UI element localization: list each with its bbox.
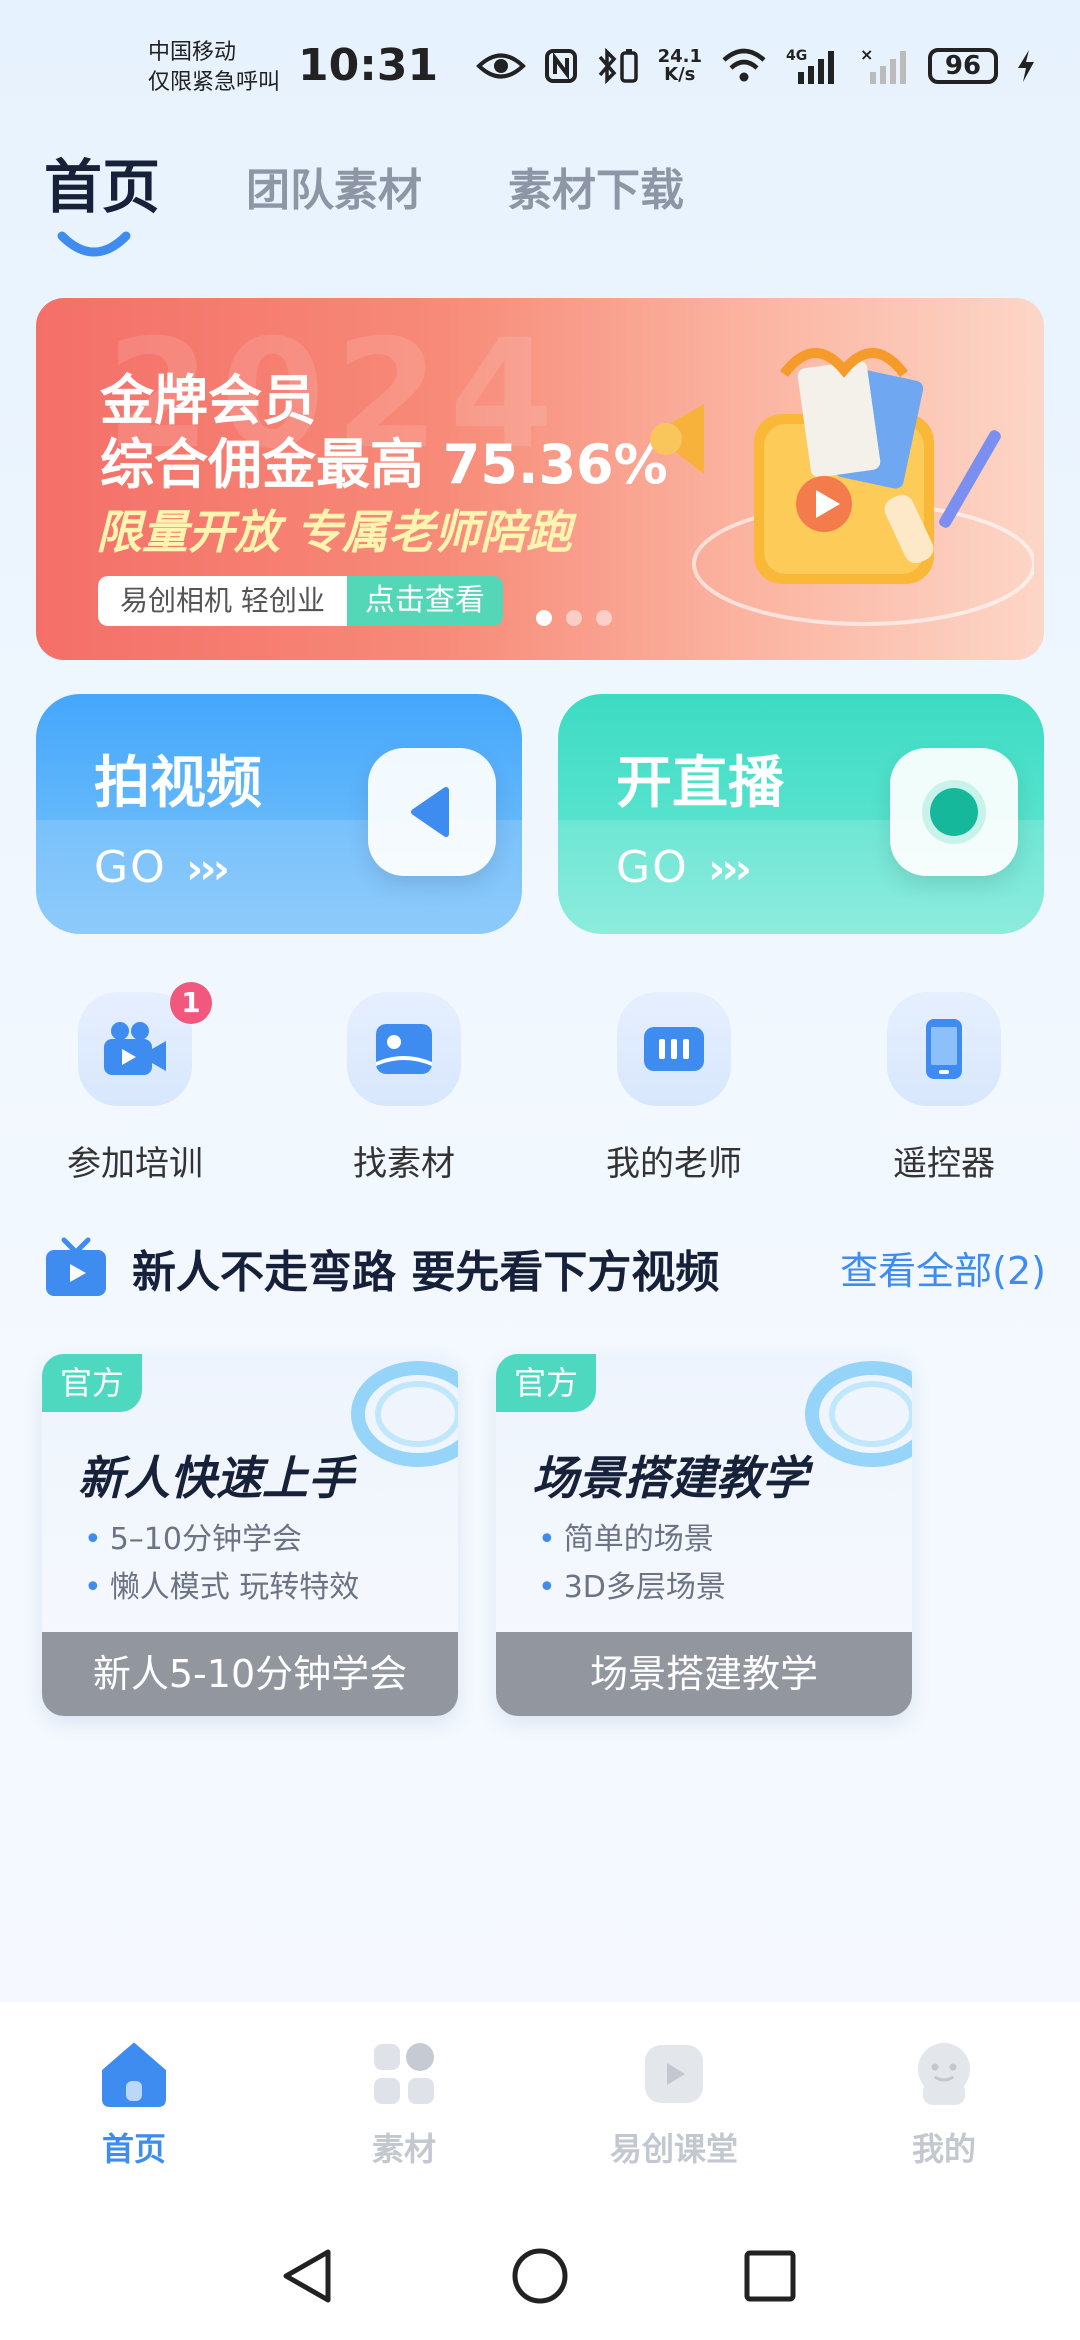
quick-find-material[interactable]: 找素材 xyxy=(304,992,504,1185)
banner-cta-brand: 易创相机 轻创业 xyxy=(98,576,347,626)
speed-unit: K/s xyxy=(664,64,696,85)
banner-dot-1[interactable] xyxy=(536,610,552,626)
nav-profile[interactable]: 我的 xyxy=(834,2038,1054,2170)
tab-material-download[interactable]: 素材下载 xyxy=(508,154,684,218)
quick-my-teacher[interactable]: 我的老师 xyxy=(574,992,774,1185)
video-bullet: 5–10分钟学会 xyxy=(84,1514,302,1558)
carrier-name: 中国移动 xyxy=(148,40,237,65)
phone-remote-icon xyxy=(887,992,1001,1106)
nav-home[interactable]: 首页 xyxy=(24,2038,244,2170)
banner-cta-button[interactable]: 点击查看 xyxy=(346,576,503,626)
quick-remote-control[interactable]: 遥控器 xyxy=(844,992,1044,1185)
nfc-icon xyxy=(544,48,578,84)
start-live-card[interactable]: 开直播 GO ››› xyxy=(558,694,1044,934)
video-bullet: 懒人模式 玩转特效 xyxy=(84,1562,360,1606)
quick-actions: 1 参加培训 找素材 我的老师 遥控器 xyxy=(0,982,1080,1192)
video-play-icon xyxy=(368,748,496,876)
shoot-video-go: GO xyxy=(94,842,167,893)
training-badge: 1 xyxy=(170,982,212,1024)
section-title: 新人不走弯路 要先看下方视频 xyxy=(132,1247,720,1298)
banner-dot-2[interactable] xyxy=(566,610,582,626)
home-icon xyxy=(98,2038,170,2110)
view-all-link[interactable]: 查看全部(2) xyxy=(840,1240,1046,1295)
video-headline: 新人快速上手 xyxy=(78,1451,354,1505)
nav-materials[interactable]: 素材 xyxy=(294,2038,514,2170)
quick-label: 遥控器 xyxy=(893,1144,995,1184)
banner-commission: 综合佣金最高 75.36% xyxy=(100,433,668,496)
video-card-scene-building[interactable]: 官方 场景搭建教学 简单的场景 3D多层场景 场景搭建教学 xyxy=(496,1354,912,1716)
tv-icon xyxy=(46,1237,106,1296)
nav-class[interactable]: 易创课堂 xyxy=(564,2038,784,2170)
video-caption: 新人5-10分钟学会 xyxy=(42,1632,458,1716)
active-tab-indicator xyxy=(57,231,131,257)
network-speed: 24.1 K/s xyxy=(658,48,702,84)
quick-label: 找素材 xyxy=(353,1144,455,1184)
nav-label: 素材 xyxy=(371,2130,436,2168)
grid-icon xyxy=(368,2038,440,2110)
quick-label: 参加培训 xyxy=(67,1144,203,1184)
picture-icon xyxy=(347,992,461,1106)
quick-join-training[interactable]: 1 参加培训 xyxy=(35,982,235,1185)
tab-team-materials[interactable]: 团队素材 xyxy=(246,154,422,218)
no-signal-icon: × xyxy=(860,46,910,86)
shoot-video-card[interactable]: 拍视频 GO ››› xyxy=(36,694,522,934)
video-caption: 场景搭建教学 xyxy=(496,1632,912,1716)
start-live-go: GO xyxy=(616,842,689,893)
bluetooth-battery-icon xyxy=(596,47,640,85)
promo-banner[interactable]: 2024 金牌会员 综合佣金最高 75.36% 限量开放 专属老师陪跑 易创相机… xyxy=(36,298,1044,660)
start-live-arrows: ››› xyxy=(708,844,752,893)
teacher-icon xyxy=(617,992,731,1106)
banner-slogan: 限量开放 专属老师陪跑 xyxy=(96,505,573,559)
official-tag: 官方 xyxy=(42,1354,143,1412)
video-bullet: 3D多层场景 xyxy=(538,1562,726,1606)
carrier-info: 中国移动 仅限紧急呼叫 xyxy=(148,38,280,98)
battery-indicator: 96 xyxy=(928,48,998,84)
banner-cta[interactable]: 易创相机 轻创业 点击查看 xyxy=(98,576,503,626)
shoot-video-title: 拍视频 xyxy=(94,751,262,816)
profile-icon xyxy=(908,2038,980,2110)
home-button[interactable] xyxy=(508,2244,572,2308)
shoot-video-arrows: ››› xyxy=(186,844,230,893)
status-bar: 中国移动 仅限紧急呼叫 10:31 24.1 K/s 4G × 96 xyxy=(0,0,1080,130)
video-bullet: 简单的场景 xyxy=(538,1514,714,1558)
bottom-navigation: 首页 素材 易创课堂 我的 xyxy=(0,2002,1080,2212)
official-tag: 官方 xyxy=(496,1354,597,1412)
video-camera-icon: 1 xyxy=(78,982,212,1106)
video-card-quickstart[interactable]: 官方 新人快速上手 5–10分钟学会 懒人模式 玩转特效 新人5-10分钟学会 xyxy=(42,1354,458,1716)
start-live-title: 开直播 xyxy=(616,751,784,816)
play-class-icon xyxy=(638,2038,710,2110)
nav-label: 易创课堂 xyxy=(609,2130,738,2168)
nav-label: 我的 xyxy=(911,2130,976,2168)
recents-square-icon xyxy=(744,2250,796,2302)
emergency-only-text: 仅限紧急呼叫 xyxy=(148,70,281,95)
status-time: 10:31 xyxy=(298,40,439,91)
signal-4g-icon: 4G xyxy=(786,46,842,86)
banner-pagination xyxy=(536,610,612,626)
charging-icon xyxy=(1016,48,1036,84)
status-icons: 24.1 K/s 4G × 96 xyxy=(475,46,1036,86)
back-button[interactable] xyxy=(276,2244,340,2308)
gift-box-illustration xyxy=(650,348,1034,626)
nav-label: 首页 xyxy=(101,2130,166,2168)
record-icon xyxy=(890,748,1018,876)
top-tab-bar: 首页 团队素材 素材下载 xyxy=(44,140,684,224)
tab-home[interactable]: 首页 xyxy=(44,140,160,224)
newcomer-section-header: 新人不走弯路 要先看下方视频 查看全部(2) xyxy=(44,1232,1046,1302)
system-navigation-bar xyxy=(0,2212,1080,2340)
home-circle-icon xyxy=(512,2248,568,2304)
recents-button[interactable] xyxy=(738,2244,802,2308)
svg-text:4G: 4G xyxy=(786,48,807,64)
video-headline: 场景搭建教学 xyxy=(532,1451,808,1505)
banner-dot-3[interactable] xyxy=(596,610,612,626)
wifi-icon xyxy=(720,48,768,84)
svg-text:×: × xyxy=(860,46,873,64)
eye-icon xyxy=(475,51,526,81)
back-triangle-icon xyxy=(283,2249,331,2303)
quick-label: 我的老师 xyxy=(606,1144,742,1184)
